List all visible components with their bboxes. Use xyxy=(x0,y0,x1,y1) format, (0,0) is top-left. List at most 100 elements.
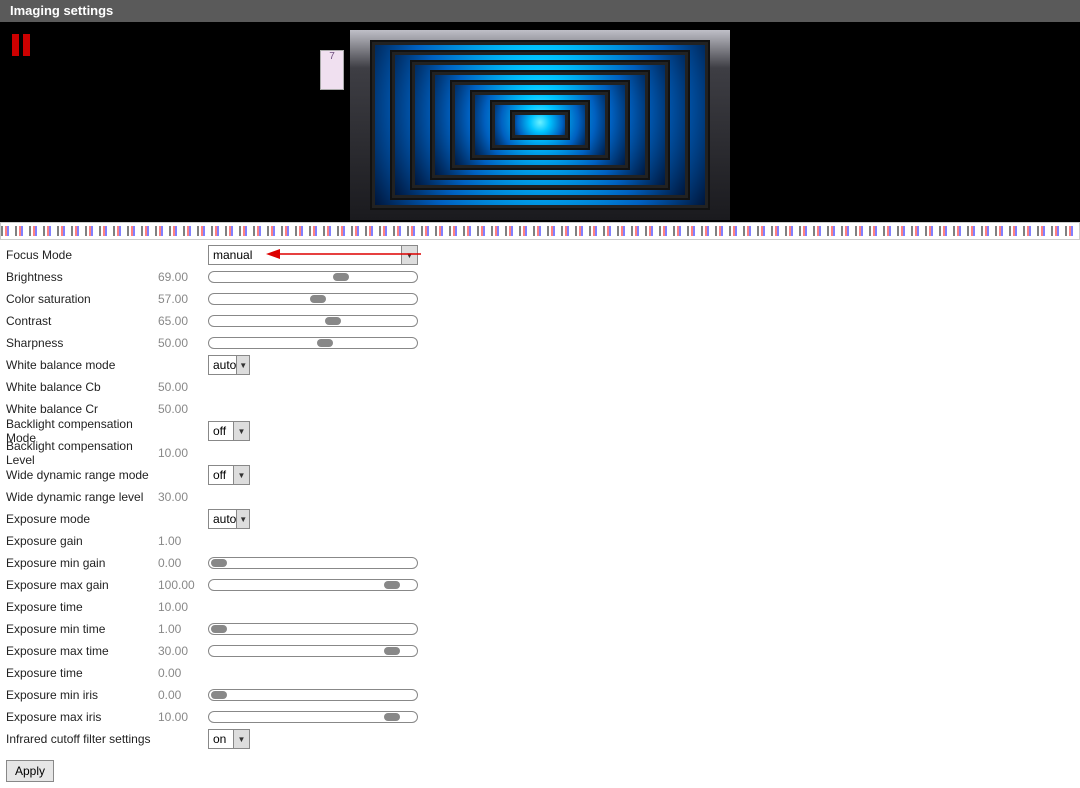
select-value: off xyxy=(213,468,226,482)
label: Color saturation xyxy=(6,292,158,306)
label: Exposure min gain xyxy=(6,556,158,570)
contrast-slider[interactable] xyxy=(208,315,418,327)
exp-min-time-slider[interactable] xyxy=(208,623,418,635)
row-exp-min-iris: Exposure min iris 0.00 xyxy=(6,684,1074,706)
wb-mode-select[interactable]: auto ▼ xyxy=(208,355,250,375)
chevron-down-icon: ▼ xyxy=(233,466,249,484)
saturation-slider[interactable] xyxy=(208,293,418,305)
label: Contrast xyxy=(6,314,158,328)
stream-url-bar xyxy=(0,222,1080,240)
label: White balance Cr xyxy=(6,402,158,416)
value: 10.00 xyxy=(158,600,208,614)
label: White balance Cb xyxy=(6,380,158,394)
chevron-down-icon: ▼ xyxy=(236,510,249,528)
slider-thumb xyxy=(384,647,400,655)
value: 0.00 xyxy=(158,666,208,680)
label: Backlight compensation Level xyxy=(6,439,158,467)
row-saturation: Color saturation 57.00 xyxy=(6,288,1074,310)
label: Exposure max iris xyxy=(6,710,158,724)
row-exp-max-gain: Exposure max gain 100.00 xyxy=(6,574,1074,596)
row-wb-cb: White balance Cb 50.00 xyxy=(6,376,1074,398)
value: 65.00 xyxy=(158,314,208,328)
brightness-slider[interactable] xyxy=(208,271,418,283)
label: Exposure max gain xyxy=(6,578,158,592)
pause-button[interactable] xyxy=(12,34,30,56)
select-value: manual xyxy=(213,248,252,262)
ir-filter-select[interactable]: on ▼ xyxy=(208,729,250,749)
row-sharpness: Sharpness 50.00 xyxy=(6,332,1074,354)
decor: 7 xyxy=(320,50,344,90)
slider-thumb xyxy=(211,691,227,699)
blc-mode-select[interactable]: off ▼ xyxy=(208,421,250,441)
value: 1.00 xyxy=(158,534,208,548)
value: 69.00 xyxy=(158,270,208,284)
settings-panel: Focus Mode manual ▼ Brightness 69.00 Col… xyxy=(0,240,1080,754)
row-wb-mode: White balance mode auto ▼ xyxy=(6,354,1074,376)
label: Exposure time xyxy=(6,600,158,614)
camera-frame: 7 xyxy=(350,30,730,220)
window-title: Imaging settings xyxy=(10,3,113,18)
row-brightness: Brightness 69.00 xyxy=(6,266,1074,288)
label: Focus Mode xyxy=(6,248,158,262)
focus-mode-select[interactable]: manual ▼ xyxy=(208,245,418,265)
value: 0.00 xyxy=(158,688,208,702)
value: 10.00 xyxy=(158,710,208,724)
row-blc-mode: Backlight compensation Mode off ▼ xyxy=(6,420,1074,442)
apply-button[interactable]: Apply xyxy=(6,760,54,782)
slider-thumb xyxy=(211,559,227,567)
pause-icon xyxy=(23,34,30,56)
slider-thumb xyxy=(384,581,400,589)
exp-min-iris-slider[interactable] xyxy=(208,689,418,701)
exp-min-gain-slider[interactable] xyxy=(208,557,418,569)
row-exp-min-gain: Exposure min gain 0.00 xyxy=(6,552,1074,574)
value: 30.00 xyxy=(158,644,208,658)
label: Wide dynamic range mode xyxy=(6,468,158,482)
slider-thumb xyxy=(317,339,333,347)
chevron-down-icon: ▼ xyxy=(233,422,249,440)
window-titlebar: Imaging settings xyxy=(0,0,1080,22)
sharpness-slider[interactable] xyxy=(208,337,418,349)
chevron-down-icon: ▼ xyxy=(233,730,249,748)
row-exp-max-iris: Exposure max iris 10.00 xyxy=(6,706,1074,728)
row-contrast: Contrast 65.00 xyxy=(6,310,1074,332)
row-exp-time: Exposure time 10.00 xyxy=(6,596,1074,618)
row-exp-max-time: Exposure max time 30.00 xyxy=(6,640,1074,662)
row-blc-level: Backlight compensation Level 10.00 xyxy=(6,442,1074,464)
slider-thumb xyxy=(310,295,326,303)
video-preview: 7 xyxy=(0,22,1080,222)
slider-thumb xyxy=(384,713,400,721)
select-value: off xyxy=(213,424,226,438)
row-wdr-level: Wide dynamic range level 30.00 xyxy=(6,486,1074,508)
wdr-mode-select[interactable]: off ▼ xyxy=(208,465,250,485)
value: 1.00 xyxy=(158,622,208,636)
row-exp-mode: Exposure mode auto ▼ xyxy=(6,508,1074,530)
exp-max-iris-slider[interactable] xyxy=(208,711,418,723)
label: Sharpness xyxy=(6,336,158,350)
select-value: auto xyxy=(213,512,236,526)
label: Wide dynamic range level xyxy=(6,490,158,504)
slider-thumb xyxy=(211,625,227,633)
row-wdr-mode: Wide dynamic range mode off ▼ xyxy=(6,464,1074,486)
select-value: on xyxy=(213,732,226,746)
value: 10.00 xyxy=(158,446,208,460)
label: Exposure time xyxy=(6,666,158,680)
chevron-down-icon: ▼ xyxy=(236,356,249,374)
slider-thumb xyxy=(333,273,349,281)
label: Exposure min time xyxy=(6,622,158,636)
value: 50.00 xyxy=(158,402,208,416)
row-ir-filter: Infrared cutoff filter settings on ▼ xyxy=(6,728,1074,750)
label: Brightness xyxy=(6,270,158,284)
pause-icon xyxy=(12,34,19,56)
exp-max-gain-slider[interactable] xyxy=(208,579,418,591)
exp-mode-select[interactable]: auto ▼ xyxy=(208,509,250,529)
value: 0.00 xyxy=(158,556,208,570)
value: 50.00 xyxy=(158,336,208,350)
label: Infrared cutoff filter settings xyxy=(6,732,158,746)
label: Exposure mode xyxy=(6,512,158,526)
value: 57.00 xyxy=(158,292,208,306)
label: Exposure max time xyxy=(6,644,158,658)
select-value: auto xyxy=(213,358,236,372)
exp-max-time-slider[interactable] xyxy=(208,645,418,657)
row-focus-mode: Focus Mode manual ▼ xyxy=(6,244,1074,266)
slider-thumb xyxy=(325,317,341,325)
